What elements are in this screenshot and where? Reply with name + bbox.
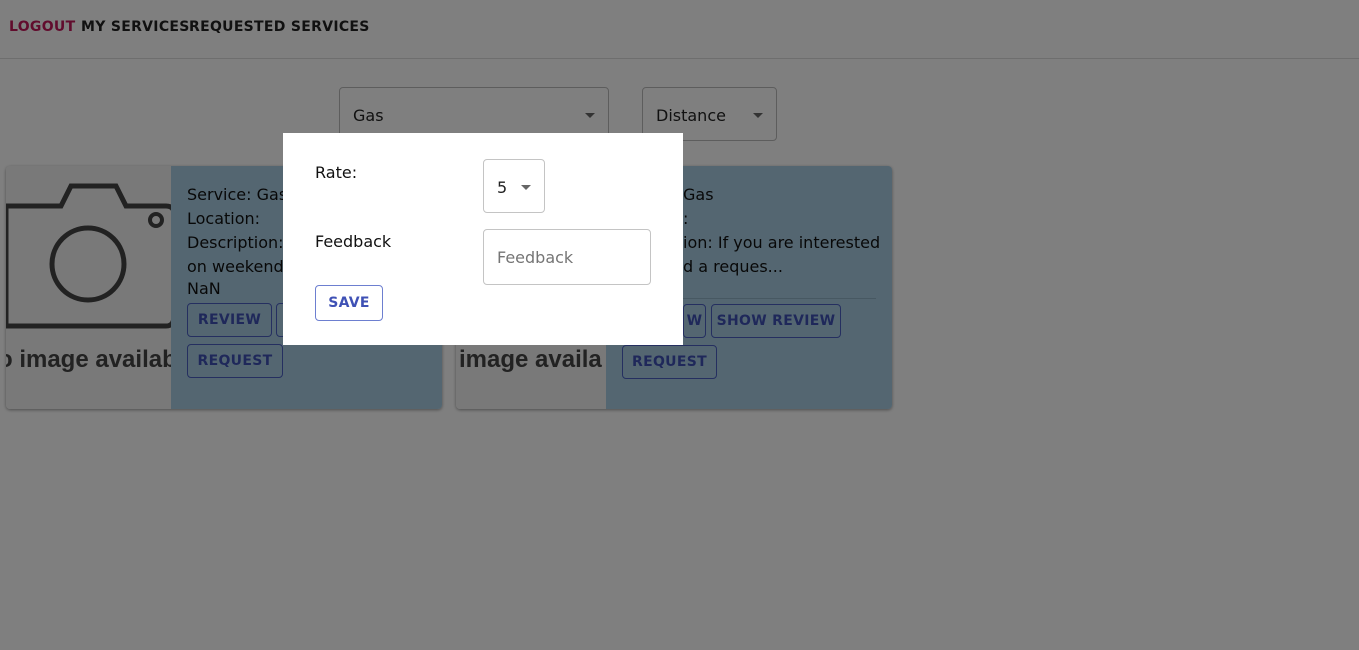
rate-select[interactable]: 5 — [483, 159, 545, 213]
chevron-down-icon — [521, 185, 531, 190]
feedback-label: Feedback — [315, 232, 392, 251]
feedback-input[interactable] — [483, 229, 651, 285]
review-dialog: Rate: 5 Feedback SAVE — [283, 133, 683, 345]
rate-value: 5 — [497, 178, 508, 197]
save-button[interactable]: SAVE — [315, 285, 383, 321]
rate-label: Rate: — [315, 163, 358, 182]
